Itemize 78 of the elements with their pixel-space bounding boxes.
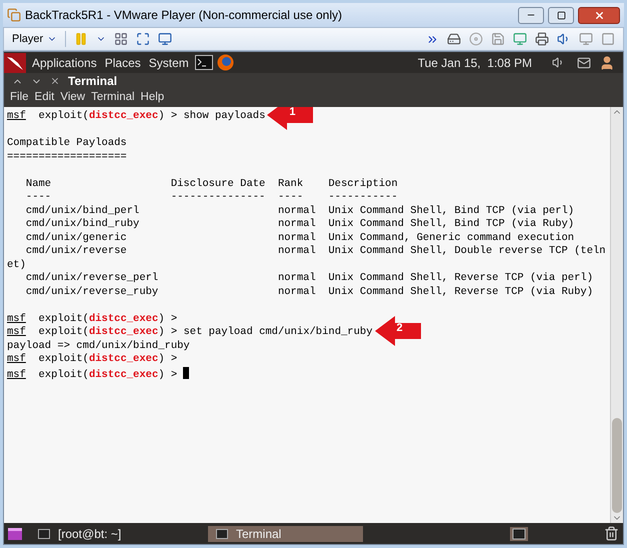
trash-icon[interactable] [604,526,619,541]
prompt-symbol: ) > [158,368,178,380]
printer-icon[interactable] [535,32,549,46]
output-text: Compatible Payloads [7,137,127,149]
close-icon[interactable] [50,76,60,86]
output-text: cmd/unix/reverse_perl normal Unix Command Shell, Reverse TCP (via perl) [24,272,593,284]
prompt-symbol: ) > [158,353,178,365]
module-name: distcc_exec [88,368,158,380]
clock[interactable]: Tue Jan 15, 1:08 PM [418,54,532,72]
text-cursor [183,366,190,378]
app-icon [7,8,21,22]
callout-number: 1 [289,107,296,118]
prompt-context: exploit( [38,312,89,324]
output-text: cmd/unix/reverse normal Unix Command Shell, Double reverse TCP (teln [24,245,606,257]
maximize-icon [556,10,566,20]
panel-menu[interactable]: Places [102,54,143,72]
monitor-icon[interactable] [158,32,172,46]
prompt-user: msf [7,353,26,365]
terminal-icon [38,528,50,538]
prompt-user: msf [7,326,26,338]
mail-icon[interactable] [577,56,591,70]
module-name: distcc_exec [88,110,158,122]
prompt-context: exploit( [38,110,89,122]
menu-item[interactable]: View [60,89,86,107]
prompt-symbol: ) > [158,312,178,324]
command-text: show payloads [183,110,266,122]
panel-menu[interactable]: System [146,54,191,72]
dragon-logo-icon[interactable] [4,52,26,72]
output-text: payload => cmd/unix/bind_ruby [7,340,190,352]
close-button[interactable] [578,6,620,24]
callout-arrow [267,107,314,130]
prompt-context: exploit( [38,326,89,338]
prompt-user: msf [7,110,26,122]
terminal-title: Terminal [68,73,118,90]
output-text: cmd/unix/bind_perl normal Unix Command Shell, Bind TCP (via perl) [24,204,574,216]
module-name: distcc_exec [88,353,158,365]
floppy-icon[interactable] [491,32,505,46]
window-title: BackTrack5R1 - VMware Player (Non-commercial use only) [25,7,343,24]
output-text: cmd/unix/generic normal Unix Command, Generic command execution [24,232,574,244]
prompt-symbol: ) > [158,110,178,122]
module-name: distcc_exec [88,326,158,338]
prompt-user: msf [7,368,26,380]
screen-icon[interactable] [579,32,593,46]
volume-icon[interactable] [552,56,565,69]
output-text: ---- --------------- ---- ----------- [24,191,398,203]
user-icon[interactable] [599,54,615,70]
prompt-context: exploit( [38,368,89,380]
fullscreen-icon[interactable] [136,32,150,46]
prompt-user: msf [7,312,26,324]
output-text: et) [7,258,26,270]
output-text: =================== [7,150,127,162]
scrollbar[interactable] [610,107,623,523]
display-icon[interactable] [513,32,527,46]
close-icon [594,10,604,20]
taskbar-item[interactable]: [root@bt: ~] [30,526,130,542]
module-name: distcc_exec [88,312,158,324]
player-menu[interactable]: Player [12,30,58,48]
menu-item[interactable]: File [10,89,29,107]
menu-item[interactable]: Edit [34,89,54,107]
command-text: set payload cmd/unix/bind_ruby [183,326,372,338]
menu-item[interactable]: Help [140,89,164,107]
menu-item[interactable]: Terminal [91,89,135,107]
callout-arrow [374,316,420,346]
output-text: cmd/unix/bind_ruby normal Unix Command Shell, Bind TCP (via Ruby) [24,218,574,230]
terminal-launcher-icon[interactable] [194,55,213,70]
terminal-icon[interactable] [510,526,528,540]
prompt-context: exploit( [38,353,89,365]
scrollbar-thumb[interactable] [612,418,622,513]
taskbar-item[interactable]: Terminal [208,526,363,542]
output-text: cmd/unix/reverse_ruby normal Unix Command Shell, Reverse TCP (via Ruby) [24,286,593,298]
panel-menu[interactable]: Applications [30,54,99,72]
output-text: Name Disclosure Date Rank Description [24,178,398,190]
browser-icon[interactable] [216,54,234,71]
maximize-button[interactable] [548,6,574,24]
desktop-icon[interactable] [8,528,22,540]
prompt-symbol: ) > [158,326,178,338]
callout-number: 2 [396,322,403,334]
terminal-icon [216,528,228,538]
